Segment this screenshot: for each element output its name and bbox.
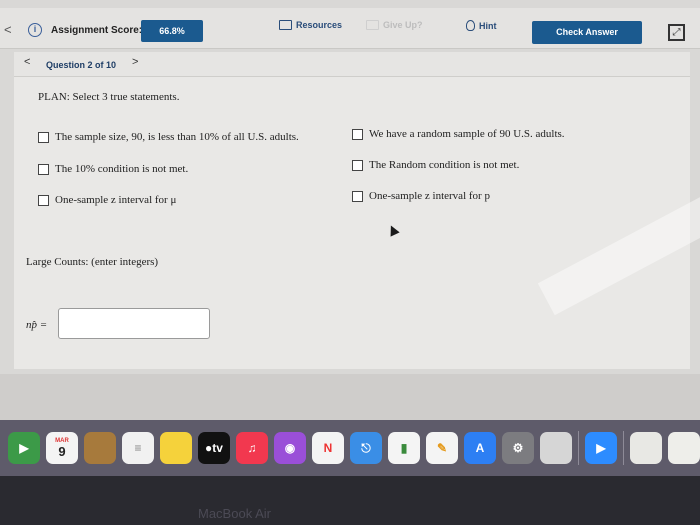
numbers-icon[interactable]: ▮ xyxy=(388,432,420,464)
option-random-not-met[interactable]: The Random condition is not met. xyxy=(352,159,519,171)
zoom-icon[interactable]: ▶ xyxy=(585,432,617,464)
question-counter[interactable]: Question 2 of 10 xyxy=(46,60,116,70)
page-bottom-area xyxy=(0,374,700,420)
option-10-percent-not-met[interactable]: The 10% condition is not met. xyxy=(38,163,188,175)
device-label: MacBook Air xyxy=(198,506,271,521)
apple-tv-icon[interactable]: ●tv xyxy=(198,432,230,464)
option-label: The Random condition is not met. xyxy=(369,159,520,171)
reminders-icon[interactable]: ≡ xyxy=(122,432,154,464)
browser-viewport: < i Assignment Score: 66.8% Resources Gi… xyxy=(0,0,700,420)
option-z-interval-mu[interactable]: One-sample z interval for μ xyxy=(38,194,176,206)
fullscreen-icon[interactable]: ⤢ xyxy=(668,24,685,41)
roblox-icon[interactable] xyxy=(540,432,572,464)
dock-separator xyxy=(623,431,624,465)
podcasts-icon[interactable]: ◉ xyxy=(274,432,306,464)
app-store-icon[interactable]: A xyxy=(464,432,496,464)
document-thumbnail-icon[interactable] xyxy=(668,432,700,464)
resources-icon xyxy=(279,20,292,30)
document-thumbnail-icon[interactable] xyxy=(630,432,662,464)
resources-label: Resources xyxy=(296,20,343,30)
assignment-score-value: 66.8% xyxy=(141,20,203,42)
option-label: The sample size, 90, is less than 10% of… xyxy=(55,131,299,143)
notes-icon[interactable] xyxy=(160,432,192,464)
screen-glare xyxy=(537,184,700,316)
np-hat-label: np̂ = xyxy=(26,319,48,331)
large-counts-heading: Large Counts: (enter integers) xyxy=(26,256,159,268)
option-random-sample[interactable]: We have a random sample of 90 U.S. adult… xyxy=(352,128,565,140)
system-preferences-icon[interactable]: ⚙ xyxy=(502,432,534,464)
give-up-icon xyxy=(366,20,379,30)
np-hat-input[interactable] xyxy=(58,308,210,339)
contacts-icon[interactable] xyxy=(84,432,116,464)
previous-question-chevron-icon[interactable]: < xyxy=(24,56,30,68)
calendar-icon[interactable]: MAR 9 xyxy=(46,432,78,464)
check-answer-button[interactable]: Check Answer xyxy=(532,21,642,44)
plan-instruction: PLAN: Select 3 true statements. xyxy=(38,91,180,103)
checkbox[interactable] xyxy=(352,190,363,202)
macos-dock: ▶ MAR 9 ≡ ●tv ♫ ◉ N ⎋ ▮ ✎ A ⚙ ▶ xyxy=(0,420,700,476)
checkbox[interactable] xyxy=(38,163,49,175)
music-icon[interactable]: ♫ xyxy=(236,432,268,464)
resources-button[interactable]: Resources xyxy=(279,20,342,30)
assignment-score-label: Assignment Score: xyxy=(51,25,143,36)
collapse-chevron-icon[interactable]: < xyxy=(4,22,12,37)
option-label: One-sample z interval for p xyxy=(369,190,490,202)
checkbox[interactable] xyxy=(352,128,363,140)
option-label: We have a random sample of 90 U.S. adult… xyxy=(369,128,565,140)
news-icon[interactable]: N xyxy=(312,432,344,464)
give-up-button[interactable]: Give Up? xyxy=(366,20,423,30)
next-question-chevron-icon[interactable]: > xyxy=(132,56,138,68)
checkbox[interactable] xyxy=(38,194,49,206)
option-label: One-sample z interval for μ xyxy=(55,194,177,206)
checkbox[interactable] xyxy=(38,131,49,143)
question-navigation: < Question 2 of 10 > xyxy=(14,52,690,77)
checkbox[interactable] xyxy=(352,159,363,171)
facetime-icon[interactable]: ▶ xyxy=(8,432,40,464)
info-icon[interactable]: i xyxy=(28,23,42,37)
hint-label: Hint xyxy=(479,20,497,31)
keynote-icon[interactable]: ⎋ xyxy=(350,432,382,464)
pages-icon[interactable]: ✎ xyxy=(426,432,458,464)
option-sample-size-10-percent[interactable]: The sample size, 90, is less than 10% of… xyxy=(38,131,299,143)
calendar-day: 9 xyxy=(58,443,66,459)
lightbulb-icon xyxy=(466,20,475,31)
mouse-pointer-icon xyxy=(386,223,400,237)
option-label: The 10% condition is not met. xyxy=(55,163,189,175)
give-up-label: Give Up? xyxy=(383,20,423,30)
hint-button[interactable]: Hint xyxy=(466,20,497,31)
assignment-toolbar: < i Assignment Score: 66.8% Resources Gi… xyxy=(0,8,700,49)
dock-separator xyxy=(578,431,579,465)
question-panel: PLAN: Select 3 true statements. The samp… xyxy=(14,77,700,369)
option-z-interval-p[interactable]: One-sample z interval for p xyxy=(352,190,490,202)
